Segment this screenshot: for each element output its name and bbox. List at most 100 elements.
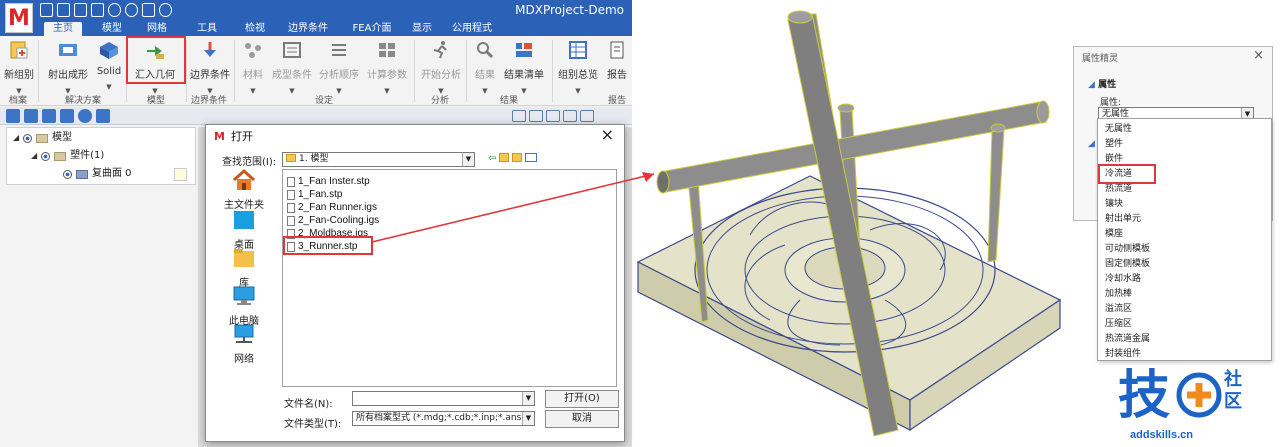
folder-icon xyxy=(54,151,67,161)
file-icon xyxy=(287,215,295,226)
redo-icon[interactable] xyxy=(125,3,138,17)
list-item[interactable]: 热流道金属 xyxy=(1105,332,1150,347)
view-fit-icon[interactable] xyxy=(512,110,526,122)
open-folder-icon[interactable] xyxy=(74,3,87,17)
save-icon[interactable] xyxy=(40,3,53,17)
injection-molding-button[interactable]: 射出成形 ▼ xyxy=(48,40,88,95)
undo-icon[interactable] xyxy=(108,3,121,17)
collapse-triangle-icon[interactable]: ◢ xyxy=(1088,80,1095,90)
open-button[interactable]: 打开(O) xyxy=(545,390,619,408)
chevron-down-icon[interactable]: ▼ xyxy=(522,412,534,425)
section-header[interactable]: ◢ 属性 xyxy=(1088,77,1116,90)
new-file-icon[interactable] xyxy=(57,3,70,17)
visibility-radio[interactable] xyxy=(23,133,33,143)
collapse-icon[interactable] xyxy=(96,109,110,123)
place-library[interactable]: 库 xyxy=(219,247,269,289)
tab-model[interactable]: 模型 xyxy=(95,22,129,36)
tab-utility[interactable]: 公用程式 xyxy=(446,22,498,36)
settings-icon[interactable] xyxy=(159,3,172,17)
list-item[interactable]: 模座 xyxy=(1105,227,1123,242)
list-item[interactable]: 射出单元 xyxy=(1105,212,1141,227)
list-item[interactable]: 溢流区 xyxy=(1105,302,1132,317)
chevron-down-icon[interactable]: ▼ xyxy=(522,392,534,405)
list-item[interactable]: 无属性 xyxy=(1105,122,1132,137)
view-zoom-icon[interactable] xyxy=(546,110,560,122)
list-item[interactable]: 可动侧模板 xyxy=(1105,242,1150,257)
group-label-boundary: 边界条件 xyxy=(190,96,227,106)
runner-model-3d xyxy=(636,10,1062,437)
mesh-view-icon[interactable] xyxy=(42,109,56,123)
list-item[interactable]: 2_Fan-Cooling.igs xyxy=(287,214,379,227)
group-overview-button[interactable]: 组别总览 ▼ xyxy=(557,40,599,95)
tab-home[interactable]: 主页 xyxy=(44,22,82,36)
callout-arrow xyxy=(371,172,655,243)
tree-view-icon[interactable] xyxy=(24,109,38,123)
close-icon[interactable]: × xyxy=(601,125,614,144)
color-swatch[interactable] xyxy=(174,168,187,181)
close-icon[interactable]: × xyxy=(1253,48,1264,63)
copy-icon[interactable] xyxy=(91,3,104,17)
expand-triangle-icon[interactable]: ◢ xyxy=(13,129,19,147)
visibility-radio[interactable] xyxy=(41,151,51,161)
boundary-conditions-icon xyxy=(204,42,216,57)
brand-logo: 技 社 区 addskills.cn xyxy=(1118,366,1280,447)
computation-parameters-button[interactable]: 计算参数 ▼ xyxy=(366,40,408,95)
list-item[interactable]: 1_Fan Inster.stp xyxy=(287,175,370,188)
tab-boundary[interactable]: 边界条件 xyxy=(282,22,334,36)
place-desktop[interactable]: 桌面 xyxy=(219,209,269,251)
analysis-sequence-icon xyxy=(332,44,346,56)
info-icon[interactable] xyxy=(78,109,92,123)
list-item[interactable]: 塑件 xyxy=(1105,137,1123,152)
visibility-radio[interactable] xyxy=(63,169,72,179)
view-more-icon[interactable] xyxy=(580,110,594,122)
boundary-conditions-button[interactable]: 边界条件 ▼ xyxy=(190,40,230,95)
help-icon[interactable] xyxy=(142,3,155,17)
analysis-sequence-button[interactable]: 分析顺序 ▼ xyxy=(318,40,360,95)
tab-tools[interactable]: 工具 xyxy=(190,22,224,36)
file-icon xyxy=(287,202,295,213)
ribbon: 新组别 ▼ 射出成形 ▼ Solid ▼ 汇入几何 ▼ 边界条件 ▼ 材料 ▼ 成型条 xyxy=(0,36,632,106)
place-home[interactable]: 主文件夹 xyxy=(219,168,269,211)
results-list-button[interactable]: 结果清单 ▼ xyxy=(503,40,545,95)
list-item[interactable]: 封装组件 xyxy=(1105,347,1141,362)
app-logo[interactable]: M xyxy=(5,3,33,33)
filename-input[interactable]: ▼ xyxy=(352,391,535,406)
model-tree: ◢ 模型 ◢ 塑件(1) 复曲面 0 xyxy=(6,127,196,185)
list-item[interactable]: 固定侧模板 xyxy=(1105,257,1150,272)
list-item[interactable]: 镶块 xyxy=(1105,197,1123,212)
expand-triangle-icon[interactable]: ◢ xyxy=(31,147,37,165)
list-item[interactable]: 压缩区 xyxy=(1105,317,1132,332)
list-item[interactable]: 2_Fan Runner.igs xyxy=(287,201,377,214)
process-conditions-button[interactable]: 成型条件 ▼ xyxy=(272,40,312,95)
property-dropdown-list: 无属性 塑件 嵌件 冷流道 热流道 镶块 射出单元 模座 可动侧模板 固定侧模板… xyxy=(1097,118,1272,361)
new-group-button[interactable]: 新组别 ▼ xyxy=(4,40,34,95)
collapse-triangle-icon[interactable]: ◢ xyxy=(1088,139,1095,149)
cancel-button[interactable]: 取消 xyxy=(545,410,619,428)
place-this-pc[interactable]: 此电脑 xyxy=(219,285,269,327)
tab-display[interactable]: 显示 xyxy=(405,22,439,36)
tab-inspect[interactable]: 检视 xyxy=(238,22,272,36)
list-item[interactable]: 热流道 xyxy=(1105,182,1132,197)
material-icon xyxy=(245,43,261,58)
view-box-icon[interactable] xyxy=(563,110,577,122)
list-view-icon[interactable] xyxy=(6,109,20,123)
solid-cube-icon xyxy=(100,42,118,59)
results-button[interactable]: 结果 ▼ xyxy=(472,40,498,95)
tab-fea[interactable]: FEA介面 xyxy=(345,22,399,36)
place-network[interactable]: 网络 xyxy=(219,323,269,365)
tab-mesh[interactable]: 网格 xyxy=(140,22,174,36)
material-button[interactable]: 材料 ▼ xyxy=(240,40,266,95)
solid-button[interactable]: Solid ▼ xyxy=(95,40,123,91)
start-analysis-button[interactable]: 开始分析 ▼ xyxy=(420,40,462,95)
process-conditions-icon xyxy=(283,42,301,58)
view-rotate-icon[interactable] xyxy=(529,110,543,122)
tree-node-surface[interactable]: 复曲面 0 xyxy=(63,165,132,183)
list-item[interactable]: 冷却水路 xyxy=(1105,272,1141,287)
list-item[interactable]: 1_Fan.stp xyxy=(287,188,342,201)
filetype-select[interactable]: 所有档案型式 (*.mdg;*.cdb;*.inp;*.ans ▼ xyxy=(352,411,535,426)
person-icon[interactable] xyxy=(60,109,74,123)
list-item[interactable]: 加热棒 xyxy=(1105,287,1132,302)
tree-node-model[interactable]: ◢ 模型 xyxy=(13,129,72,147)
tree-node-part[interactable]: ◢ 塑件(1) xyxy=(31,147,104,165)
filename-label: 文件名(N): xyxy=(284,399,333,410)
